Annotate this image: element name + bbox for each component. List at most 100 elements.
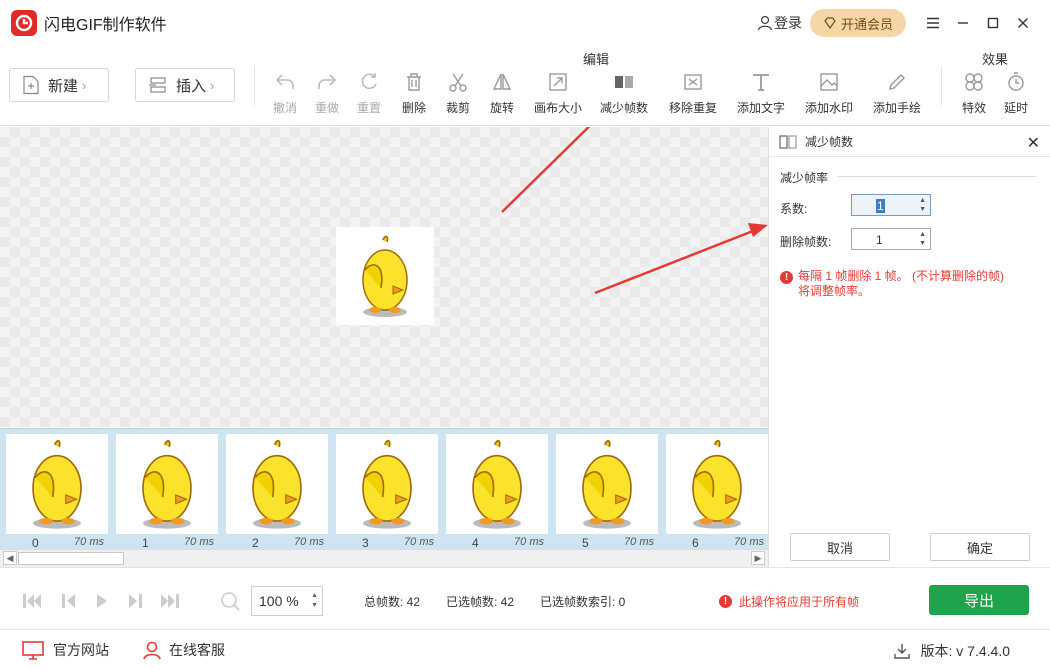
spinner-arrows-icon[interactable]: ▲ ▼ <box>919 196 926 214</box>
insert-button[interactable]: 插入 › <box>135 68 235 102</box>
tool-label: 裁剪 <box>446 101 471 115</box>
zoom-icon <box>219 590 241 612</box>
selected-frame-index: 已选帧数索引: 0 <box>540 595 626 609</box>
tool-label: 添加水印 <box>805 101 854 115</box>
divider <box>837 176 1037 177</box>
scroll-thumb[interactable] <box>18 552 124 565</box>
frame-thumbnail[interactable]: 4 70 ms <box>444 432 552 549</box>
tool-remove-duplicate[interactable]: 移除重复 <box>669 70 717 120</box>
factor-value[interactable]: 1 <box>876 199 885 213</box>
timer-icon <box>1004 70 1028 94</box>
tool-label: 添加手绘 <box>873 101 922 115</box>
play-icon <box>97 594 107 608</box>
frame-thumbnail[interactable]: 0 70 ms <box>4 432 112 549</box>
playback-controls: 100 % ▲ ▼ 总帧数: 42 已选帧数: 42 已选帧数索引: 0 ! 此操… <box>0 567 1050 629</box>
reduce-frames-icon <box>612 70 636 94</box>
tool-label: 旋转 <box>490 101 515 115</box>
support-link[interactable]: 在线客服 <box>142 640 225 660</box>
frame-index: 1 <box>142 536 149 549</box>
frame-thumbnail[interactable]: 5 70 ms <box>554 432 662 549</box>
group-label-effects: 效果 <box>982 52 1009 67</box>
close-button[interactable] <box>1008 8 1038 38</box>
app-logo <box>11 10 37 36</box>
divider <box>941 66 942 106</box>
canvas-area[interactable] <box>0 127 768 427</box>
scroll-left-icon[interactable]: ◀ <box>3 551 17 565</box>
rotate-icon <box>490 70 514 94</box>
login-button[interactable]: 登录 <box>756 13 802 33</box>
frame-image <box>446 434 548 534</box>
tool-reset[interactable]: 重置 <box>357 70 381 120</box>
panel-close-icon[interactable]: ✕ <box>1027 133 1040 153</box>
chevron-right-icon: › <box>82 77 87 93</box>
factor-spinner[interactable]: 1 ▲ ▼ <box>851 194 931 216</box>
frame-thumbnail[interactable]: 3 70 ms <box>334 432 442 549</box>
next-frame-button[interactable] <box>124 590 146 612</box>
tool-label: 延时 <box>1004 101 1029 115</box>
frame-thumbnail[interactable]: 6 70 ms <box>664 432 768 549</box>
tool-rotate[interactable]: 旋转 <box>490 70 514 120</box>
user-icon <box>757 15 773 31</box>
frame-image <box>116 434 218 534</box>
login-label: 登录 <box>774 15 802 31</box>
export-button[interactable]: 导出 <box>929 585 1029 615</box>
reduce-frames-icon <box>779 134 797 149</box>
monitor-icon <box>22 641 44 660</box>
tool-add-drawing[interactable]: 添加手绘 <box>873 70 921 120</box>
title-bar: 闪电GIF制作软件 登录 开通会员 <box>0 0 1050 46</box>
zoom-input[interactable]: 100 % ▲ ▼ <box>251 586 323 616</box>
frame-delay: 70 ms <box>184 536 214 548</box>
tool-redo[interactable]: 重做 <box>315 70 339 120</box>
frame-delay: 70 ms <box>74 536 104 548</box>
skip-first-icon <box>23 594 41 608</box>
tool-effects[interactable]: 特效 <box>962 70 986 120</box>
confirm-button[interactable]: 确定 <box>930 533 1030 561</box>
website-link[interactable]: 官方网站 <box>21 640 109 660</box>
info-icon: ! <box>780 271 793 284</box>
frame-strip[interactable]: 0 70 ms 1 70 ms 2 70 ms 3 70 ms 4 70 ms 5 70 ms 6 70 … <box>0 428 768 549</box>
spinner-arrows-icon[interactable]: ▲ ▼ <box>919 230 926 248</box>
zoom-unit: % <box>286 593 299 609</box>
diamond-icon <box>824 17 836 30</box>
play-button[interactable] <box>91 590 113 612</box>
tool-add-text[interactable]: 添加文字 <box>737 70 785 120</box>
vip-button[interactable]: 开通会员 <box>810 9 906 37</box>
scissors-icon <box>446 70 470 94</box>
cancel-button[interactable]: 取消 <box>790 533 890 561</box>
toolbar: 新建 › 插入 › 编辑 效果 撤消 重做 重置 删除 裁剪 旋转 画布大小 减少帧… <box>0 46 1050 126</box>
total-frames: 总帧数: 42 <box>364 595 421 609</box>
new-button[interactable]: 新建 › <box>9 68 109 102</box>
new-label: 新建 <box>48 77 79 95</box>
annotation-arrows <box>501 127 768 295</box>
tool-reduce-frames[interactable]: 减少帧数 <box>600 70 648 120</box>
delete-count-label: 删除帧数: <box>780 235 832 249</box>
frame-index: 2 <box>252 536 259 549</box>
scroll-right-icon[interactable]: ▶ <box>751 551 765 565</box>
frame-scrollbar[interactable]: ◀ ▶ <box>0 549 768 567</box>
first-frame-button[interactable] <box>21 590 43 612</box>
previous-frame-button[interactable] <box>58 590 80 612</box>
frame-thumbnail[interactable]: 2 70 ms <box>224 432 332 549</box>
frame-index: 5 <box>582 536 589 549</box>
tool-crop[interactable]: 裁剪 <box>446 70 470 120</box>
last-frame-button[interactable] <box>159 590 181 612</box>
delete-count-spinner[interactable]: 1 ▲ ▼ <box>851 228 931 250</box>
tool-undo[interactable]: 撤消 <box>273 70 297 120</box>
divider <box>254 66 255 106</box>
frame-delay: 70 ms <box>294 536 324 548</box>
frame-thumbnail[interactable]: 1 70 ms <box>114 432 222 549</box>
tool-label: 删除 <box>402 101 427 115</box>
tool-label: 移除重复 <box>669 101 718 115</box>
zoom-value: 100 <box>259 593 283 609</box>
tool-delete[interactable]: 删除 <box>402 70 426 120</box>
tool-canvas-size[interactable]: 画布大小 <box>534 70 582 120</box>
tool-add-watermark[interactable]: 添加水印 <box>805 70 853 120</box>
menu-button[interactable] <box>918 8 948 38</box>
minimize-icon <box>958 22 968 24</box>
tool-label: 减少帧数 <box>600 101 649 115</box>
delete-count-value[interactable]: 1 <box>876 233 883 247</box>
maximize-button[interactable] <box>978 8 1008 38</box>
spinner-arrows-icon[interactable]: ▲ ▼ <box>311 591 318 611</box>
minimize-button[interactable] <box>948 8 978 38</box>
tool-delay[interactable]: 延时 <box>1004 70 1028 120</box>
